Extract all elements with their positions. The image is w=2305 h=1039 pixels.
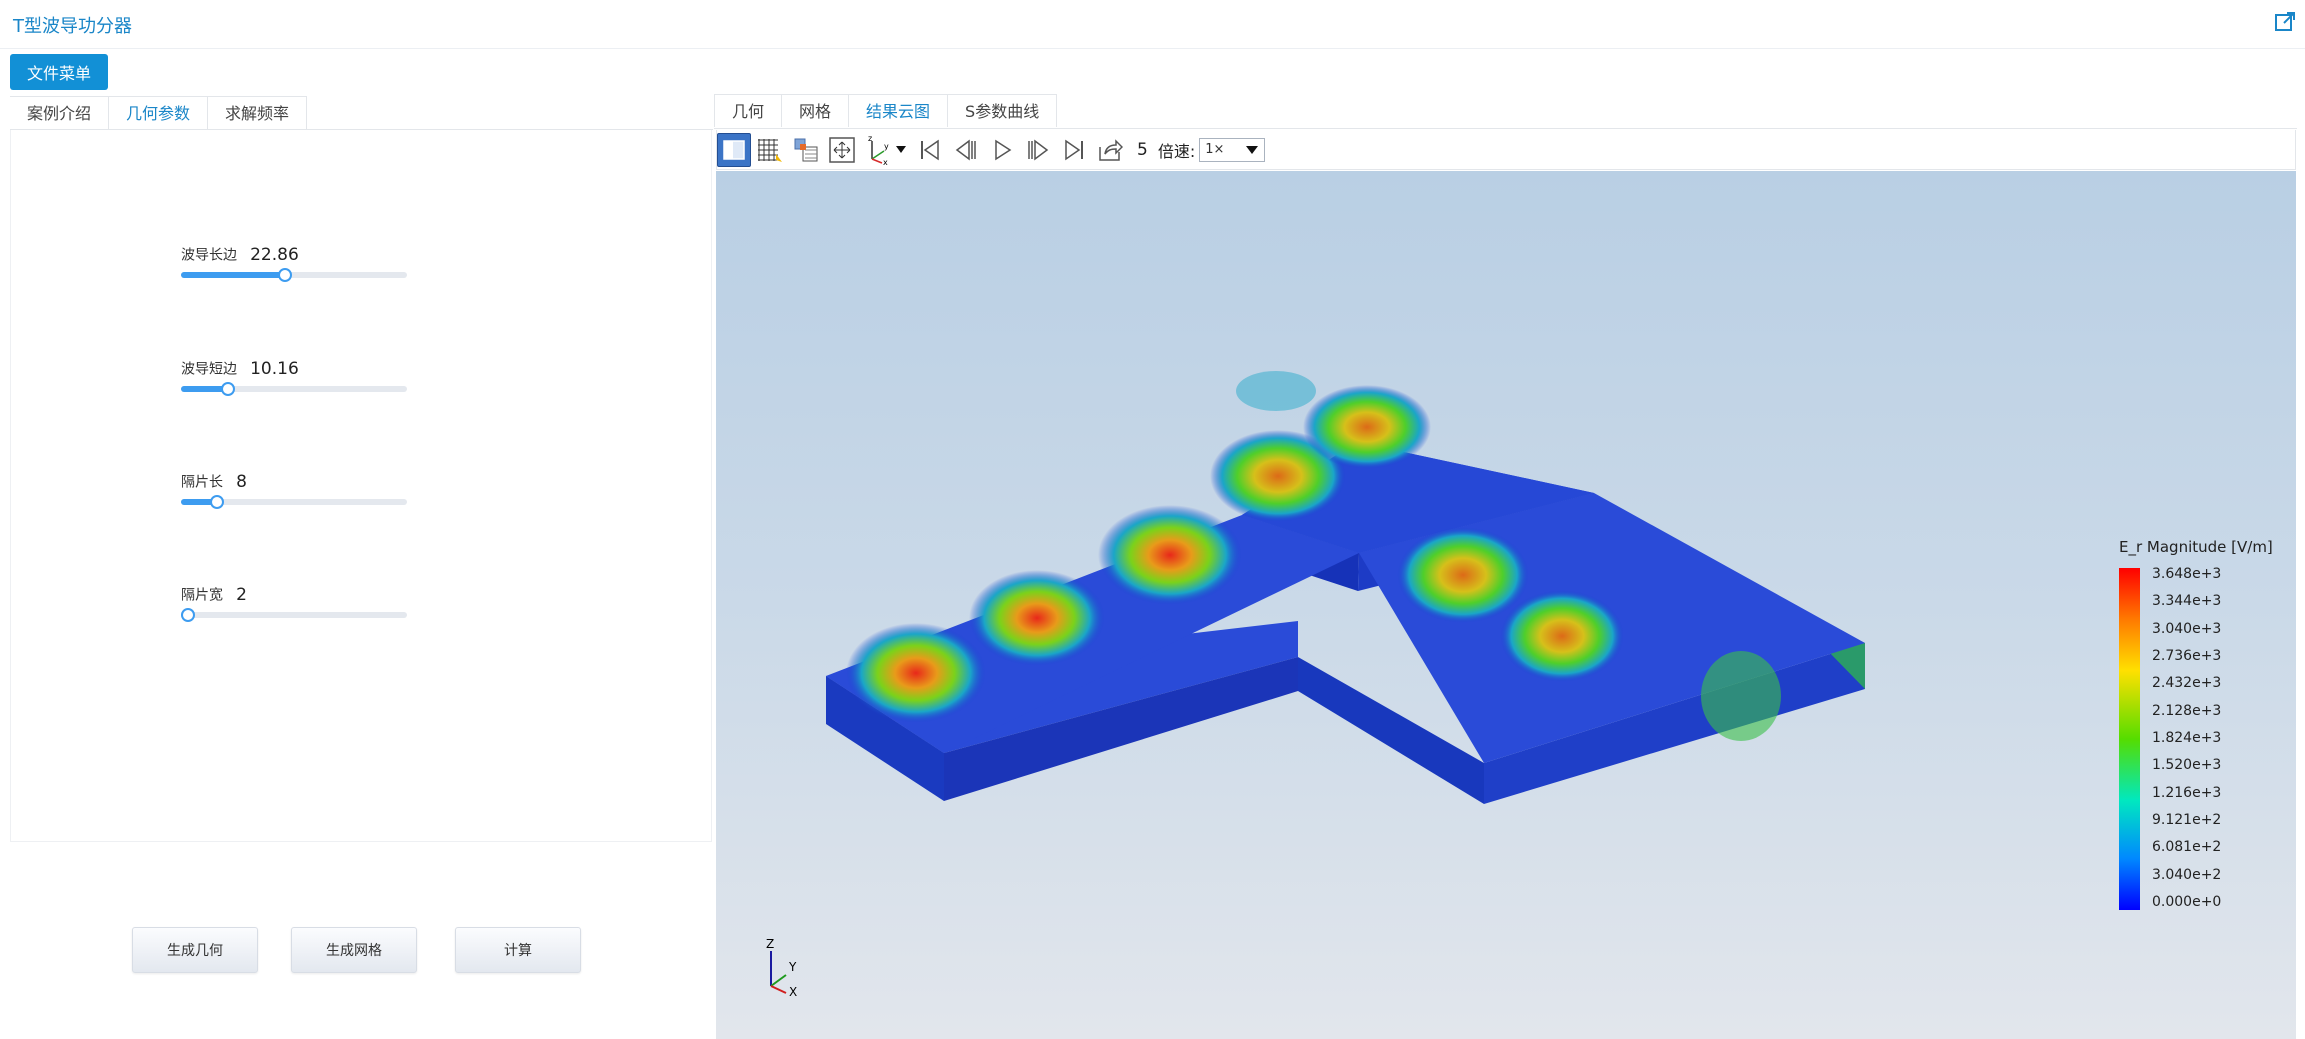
slider-track[interactable] — [181, 495, 407, 509]
param-septum-width: 隔片宽 2 — [180, 584, 421, 622]
app-title: T型波导功分器 — [13, 16, 132, 37]
param-value: 10.16 — [250, 358, 299, 379]
tab-result-contour[interactable]: 结果云图 — [848, 94, 949, 127]
legend-tick-label: 1.216e+3 — [2152, 784, 2222, 801]
slider-thumb[interactable] — [221, 382, 236, 396]
surface-view-icon[interactable] — [717, 132, 751, 167]
param-septum-length: 隔片长 8 — [181, 471, 421, 509]
tab-s-parameter-curve[interactable]: S参数曲线 — [947, 94, 1058, 127]
legend-tick-label: 2.736e+3 — [2152, 648, 2222, 664]
right-tab-bar: 几何 网格 结果云图 S参数曲线 — [714, 94, 1058, 128]
axis-z-label: Z — [766, 937, 774, 951]
axis-orientation-icon[interactable]: z yx — [861, 133, 911, 167]
slider-track[interactable] — [180, 608, 407, 622]
svg-text:x: x — [883, 158, 888, 165]
param-waveguide-short-side: 波导短边 10.16 — [181, 358, 421, 396]
tab-geometry[interactable]: 几何 — [714, 94, 783, 127]
svg-text:y: y — [884, 142, 889, 151]
speed-select[interactable]: 1× — [1199, 137, 1266, 162]
legend-tick-label: 1.824e+3 — [2152, 730, 2222, 746]
axis-triad: Z Y X — [766, 937, 797, 999]
legend-tick-label: 1.520e+3 — [2152, 757, 2222, 774]
legend-tick-label: 3.648e+3 — [2152, 566, 2222, 582]
generate-geometry-button[interactable]: 生成几何 — [132, 927, 258, 973]
tab-case-intro[interactable]: 案例介绍 — [10, 96, 110, 129]
tab-mesh[interactable]: 网格 — [781, 94, 850, 127]
legend-tick-label: 3.040e+3 — [2152, 620, 2222, 637]
param-value: 8 — [236, 471, 247, 492]
tab-geometry-params[interactable]: 几何参数 — [108, 96, 209, 129]
play-icon[interactable] — [985, 133, 1019, 167]
slider-track[interactable] — [181, 382, 407, 396]
color-legend: E_r Magnitude [V/m] 3.648e+3 3.344e+3 3.04… — [2119, 538, 2289, 910]
compute-button[interactable]: 计算 — [455, 927, 581, 973]
parameter-panel: 波导长边 22.86 波导短边 10.16 隔片长 8 隔片宽 2 — [10, 130, 712, 842]
chevron-down-icon — [1246, 145, 1259, 154]
next-frame-icon[interactable] — [1021, 133, 1055, 167]
legend-tick-label: 2.432e+3 — [2152, 675, 2222, 692]
generate-mesh-button[interactable]: 生成网格 — [291, 927, 417, 973]
previous-frame-icon[interactable] — [949, 133, 983, 167]
svg-text:z: z — [868, 135, 872, 143]
param-value: 22.86 — [250, 244, 299, 265]
param-label: 波导短边 — [181, 361, 237, 378]
axis-y-label: Y — [788, 960, 797, 974]
slider-thumb[interactable] — [180, 608, 195, 622]
tab-divider — [714, 128, 2297, 129]
mesh-view-icon[interactable] — [753, 133, 787, 167]
legend-tick-label: 6.081e+2 — [2152, 839, 2222, 856]
param-label: 隔片长 — [181, 474, 223, 491]
param-waveguide-long-side: 波导长边 22.86 — [181, 244, 421, 282]
file-menu-button[interactable]: 文件菜单 — [10, 54, 108, 90]
frame-count: 5 — [1137, 139, 1148, 160]
left-tab-bar: 案例介绍 几何参数 求解频率 — [10, 96, 308, 130]
fit-view-icon[interactable] — [825, 133, 859, 167]
param-label: 隔片宽 — [181, 587, 223, 604]
last-frame-icon[interactable] — [1057, 133, 1091, 167]
axis-x-label: X — [789, 985, 797, 999]
field-contour-render: Z Y X — [766, 371, 1865, 999]
slider-thumb[interactable] — [210, 495, 225, 509]
tab-solve-frequency[interactable]: 求解频率 — [207, 96, 308, 129]
slider-thumb[interactable] — [277, 268, 292, 282]
param-value: 2 — [236, 584, 247, 605]
legend-tick-label: 9.121e+2 — [2152, 812, 2222, 828]
legend-color-bar — [2119, 568, 2140, 910]
legend-tick-label: 0.000e+0 — [2152, 894, 2222, 910]
viewer-toolbar: z yx 5 倍速: 1× — [716, 130, 2296, 170]
open-external-icon[interactable] — [2273, 10, 2297, 34]
slider-track[interactable] — [181, 268, 407, 282]
param-label: 波导长边 — [181, 247, 237, 264]
legend-tick-label: 3.040e+2 — [2152, 866, 2222, 883]
legend-tick-label: 3.344e+3 — [2152, 593, 2222, 610]
legend-tick-label: 2.128e+3 — [2152, 702, 2222, 719]
3d-viewport[interactable]: Z Y X E_r Magnitude [V/m] 3.648e+3 3.344e… — [716, 171, 2296, 1039]
title-bar: T型波导功分器 — [0, 0, 2305, 49]
first-frame-icon[interactable] — [913, 133, 947, 167]
speed-value: 1× — [1205, 142, 1225, 157]
speed-label: 倍速: — [1157, 141, 1196, 161]
slider-fill — [181, 272, 285, 278]
legend-title: E_r Magnitude [V/m] — [2119, 538, 2273, 556]
clip-view-icon[interactable] — [789, 133, 823, 167]
export-icon[interactable] — [1093, 133, 1127, 167]
